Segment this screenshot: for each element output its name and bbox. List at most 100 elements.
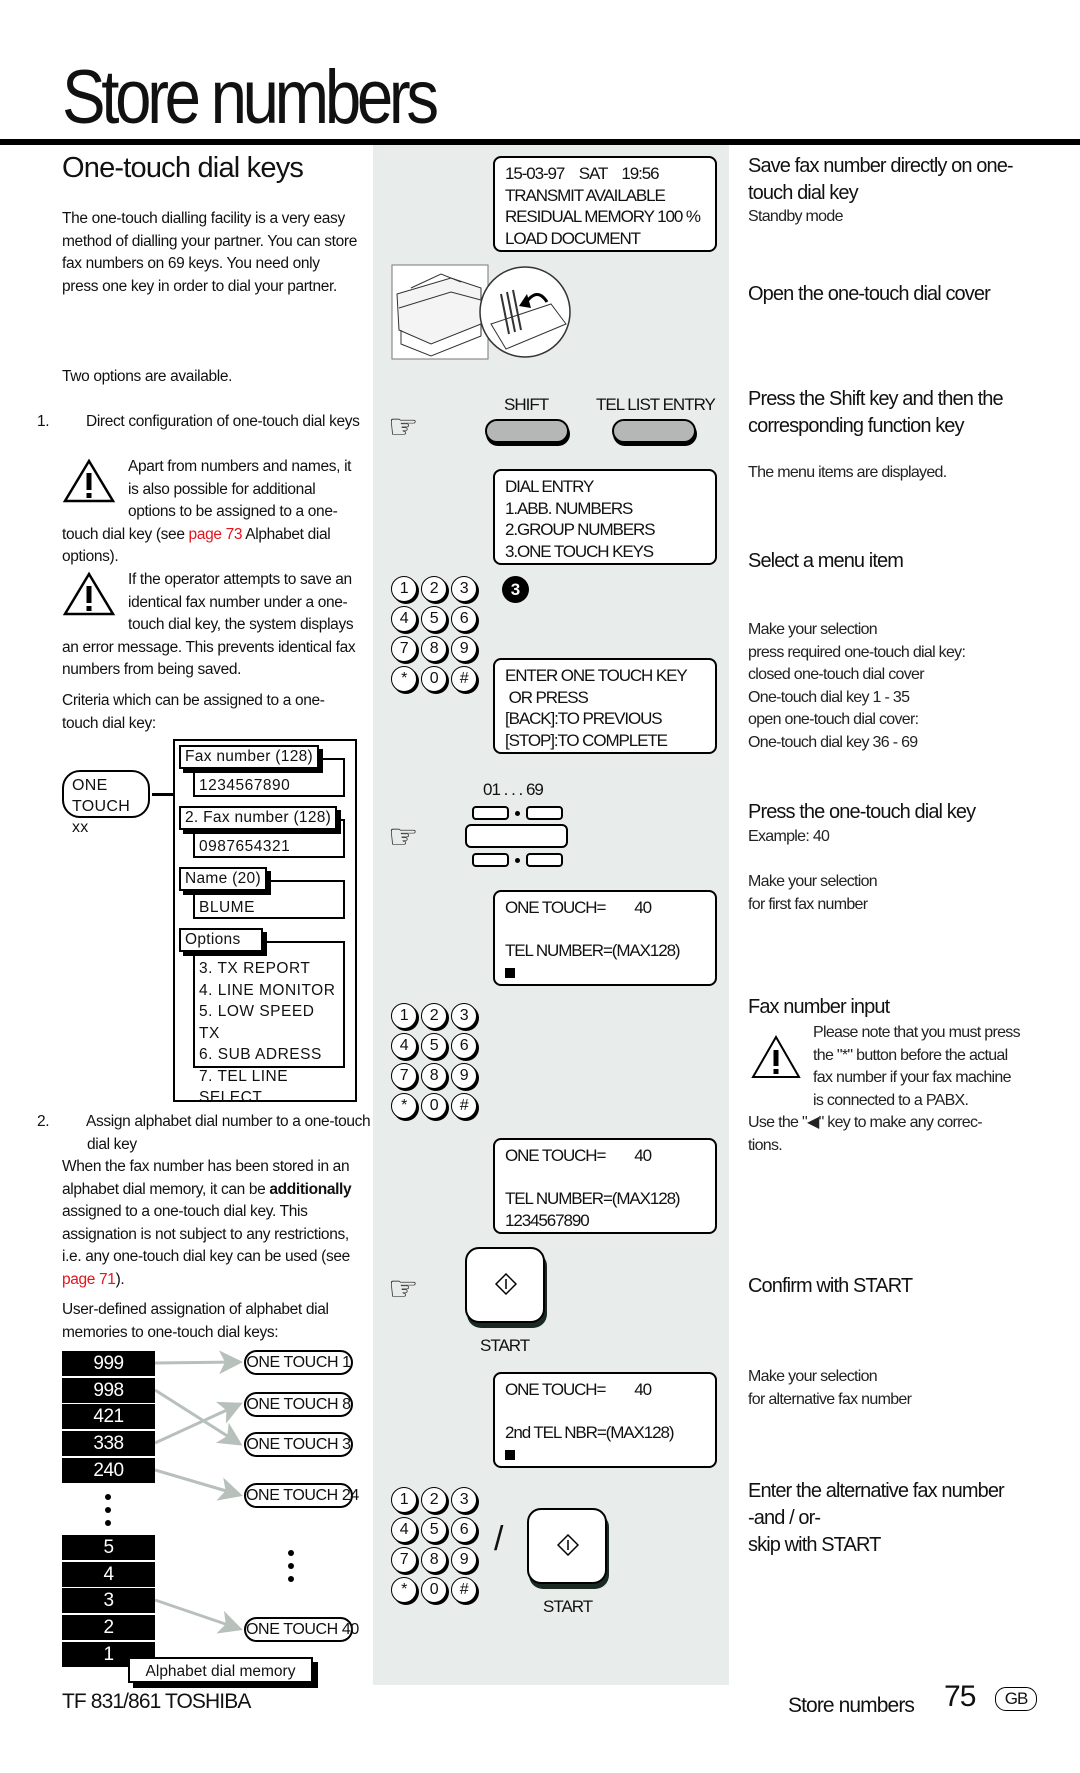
page-number: 75 [944,1680,976,1713]
start-icon [495,1273,517,1295]
one-touch-key-oval: ONE TOUCH 3 [244,1432,353,1457]
one-touch-key[interactable] [526,806,563,820]
pointing-hand-icon: ☞ [388,817,419,857]
keypad-key[interactable]: 2 [421,1003,447,1029]
ellipsis-dot [288,1550,294,1556]
tel-list-entry-key[interactable] [612,419,696,443]
keypad-key[interactable]: 4 [391,1033,417,1059]
keypad-key[interactable]: # [451,1577,477,1603]
memory-slot: 2 [62,1615,155,1640]
start-button[interactable] [465,1247,545,1323]
keypad-key[interactable]: 3 [451,1487,477,1513]
alphabet-dial-memory-label: Alphabet dial memory [128,1657,313,1683]
keypad-key[interactable]: * [391,666,417,692]
keypad-key[interactable]: 5 [421,1517,447,1543]
step-select-menu: Select a menu item [748,550,904,572]
step-select-menu-notes: Make your selection press required one-to… [748,621,966,751]
numeric-keypad: 1 2 3 4 5 6 7 8 9 * 0 # [391,576,481,696]
start-label: START [480,1336,530,1355]
keypad-key[interactable]: 5 [421,606,447,632]
keypad-key[interactable]: 1 [391,576,417,602]
keypad-key[interactable]: 7 [391,1547,417,1573]
shift-key-label: SHIFT [504,395,549,414]
keypad-key[interactable]: 5 [421,1033,447,1059]
assignment-arrow [154,1598,243,1634]
step-first-fax-notes: Make your selection for first fax number [748,873,878,913]
keypad-key[interactable]: 0 [421,1577,447,1603]
keypad-key[interactable]: 7 [391,636,417,662]
keypad-key[interactable]: 0 [421,666,447,692]
keypad-key[interactable]: 8 [421,636,447,662]
keypad-key[interactable]: * [391,1093,417,1119]
keypad-key[interactable]: 1 [391,1003,417,1029]
step-press-one-touch-example: Example: 40 [748,828,830,845]
keypad-key[interactable]: 2 [421,1487,447,1513]
one-touch-key[interactable] [472,853,509,867]
start-button[interactable] [527,1508,607,1584]
step-save-note: Standby mode [748,208,843,225]
memory-slot: 240 [62,1458,155,1483]
lcd-2nd-tel-number: ONE TOUCH= 40 2nd TEL NBR=(MAX128) [493,1372,717,1468]
assignment-arrow [154,1468,243,1501]
start-icon [557,1534,579,1556]
pabx-warning: Please note that you must press the "*" b… [813,1024,1021,1109]
keypad-key[interactable]: 3 [451,1003,477,1029]
ellipsis-dot [105,1520,111,1526]
key-range-label: 01 . . . 69 [483,780,544,799]
one-touch-key-oval: ONE TOUCH 40 [244,1617,359,1642]
keypad-key[interactable]: * [391,1577,417,1603]
one-touch-key-oval: ONE TOUCH 8 [244,1392,353,1417]
step-open-cover: Open the one-touch dial cover [748,283,991,305]
fax-machine-illustration [391,264,571,360]
keypad-key[interactable]: 8 [421,1063,447,1089]
step-confirm-start: Confirm with START [748,1275,913,1297]
step-fax-input: Fax number input [748,996,890,1018]
one-touch-key-oval: ONE TOUCH 1 [244,1350,353,1375]
keypad-key[interactable]: 9 [451,1063,477,1089]
step-press-shift: Press the Shift key and then the correspo… [748,388,1004,437]
keypad-key[interactable]: 0 [421,1093,447,1119]
memory-slot: 338 [62,1431,155,1456]
ellipsis-dot [288,1563,294,1569]
pointing-hand-icon: ☞ [388,1269,419,1309]
keypad-key[interactable]: 8 [421,1547,447,1573]
key-separator-dot [515,858,520,863]
step-save-heading: Save fax number directly on one-touch di… [748,155,1014,204]
lcd-enter-one-touch: ENTER ONE TOUCH KEY OR PRESS [BACK]:TO P… [493,658,717,754]
one-touch-key-pressed[interactable] [465,824,568,848]
start-label: START [543,1597,593,1616]
keypad-key[interactable]: 4 [391,606,417,632]
lcd-dial-entry-menu: DIAL ENTRY 1.ABB. NUMBERS 2.GROUP NUMBER… [493,469,717,565]
step-enter-alternative: Enter the alternative fax number -and / o… [748,1480,1005,1556]
one-touch-key[interactable] [526,853,563,867]
keypad-key[interactable]: 2 [421,576,447,602]
cursor-block [505,1449,515,1460]
shift-key[interactable] [485,419,569,443]
keypad-key[interactable]: 9 [451,636,477,662]
ellipsis-dot [105,1494,111,1500]
keypad-key[interactable]: # [451,1093,477,1119]
warning-icon [751,1034,801,1078]
keypad-key[interactable]: 6 [451,1517,477,1543]
keypad-key[interactable]: # [451,666,477,692]
memory-slot: 999 [62,1351,155,1376]
assignment-arrow [154,1350,243,1375]
memory-slot: 5 [62,1535,155,1560]
keypad-key[interactable]: 3 [451,576,477,602]
one-touch-key[interactable] [472,806,509,820]
keypad-key[interactable]: 9 [451,1547,477,1573]
pointing-hand-icon: ☞ [388,407,419,447]
step-press-one-touch: Press the one-touch dial key [748,801,976,823]
cursor-block [505,967,515,978]
keypad-key[interactable]: 6 [451,606,477,632]
memory-slot: 421 [62,1404,155,1429]
tel-list-entry-label: TEL LIST ENTRY [596,395,716,414]
keypad-key[interactable]: 1 [391,1487,417,1513]
keypad-key[interactable]: 7 [391,1063,417,1089]
ellipsis-dot [288,1576,294,1582]
lcd-tel-number-empty: ONE TOUCH= 40 TEL NUMBER=(MAX128) [493,890,717,986]
selected-key-3[interactable]: 3 [502,576,529,603]
keypad-key[interactable]: 6 [451,1033,477,1059]
keypad-key[interactable]: 4 [391,1517,417,1543]
memory-slot: 998 [62,1378,155,1403]
